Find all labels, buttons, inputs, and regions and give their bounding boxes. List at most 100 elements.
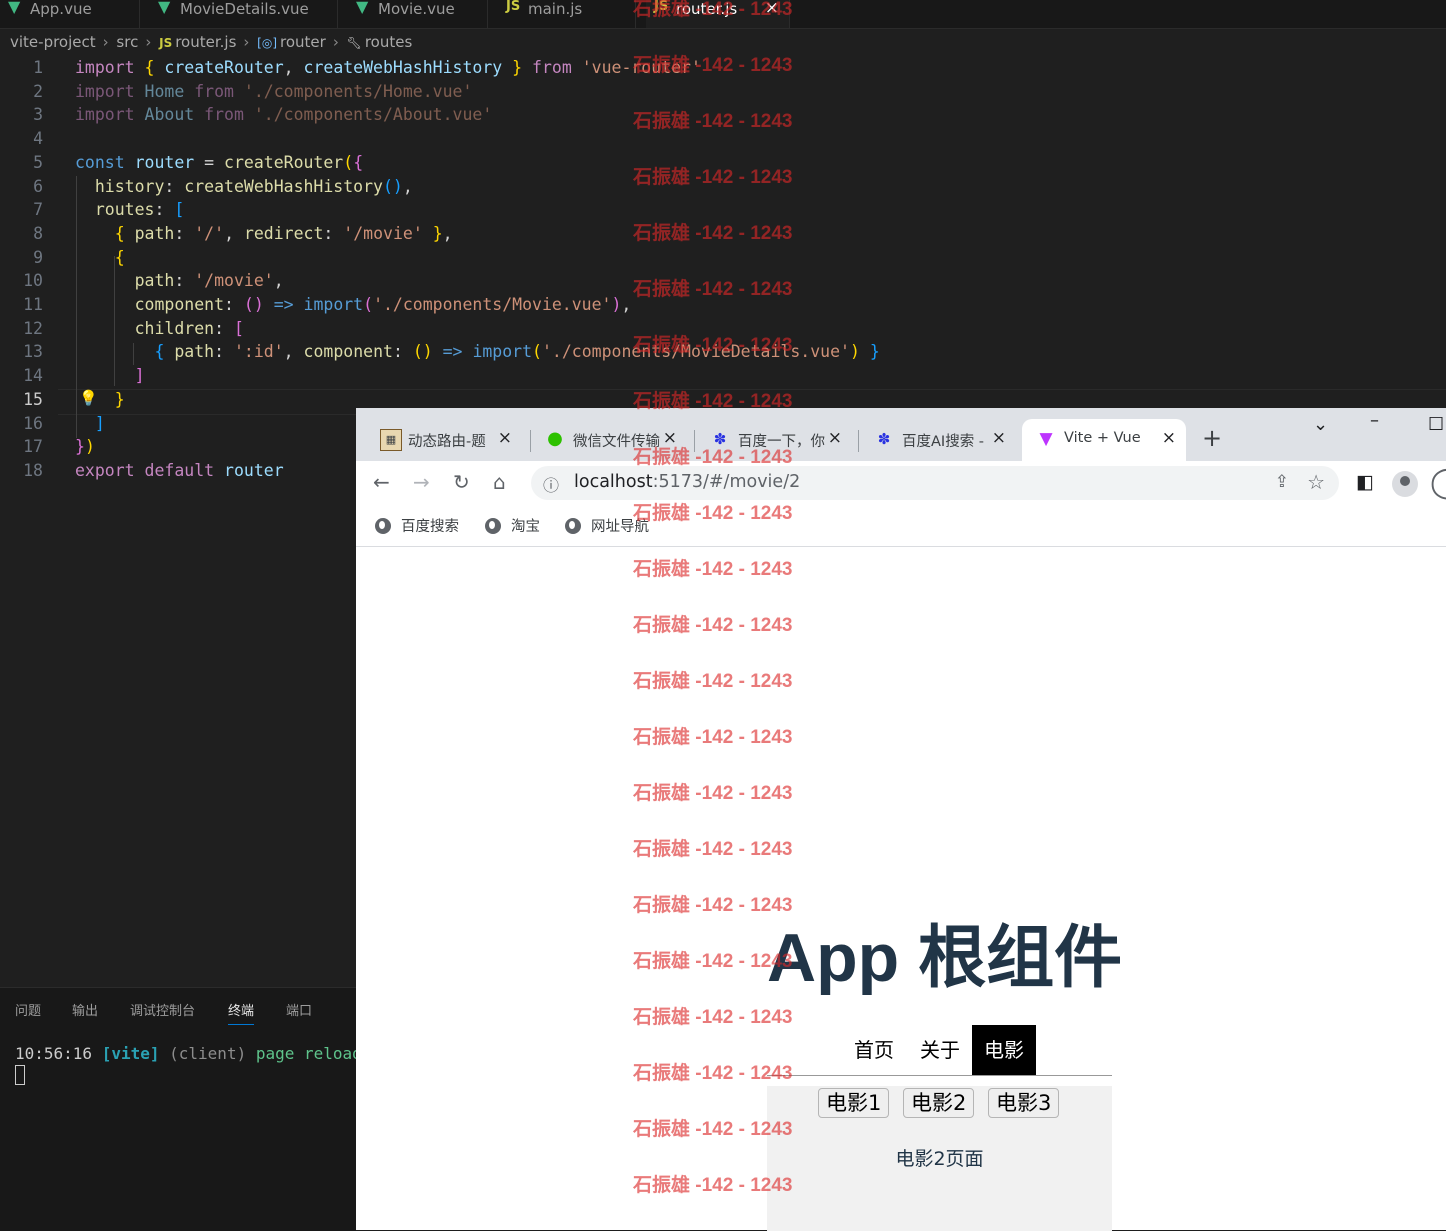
bottom-panel: 问题 输出 调试控制台 终端 端口 10:56:16 [vite] (clien… [0,987,381,1231]
share-icon[interactable]: ⇪ [1275,472,1289,492]
site-info-icon[interactable]: ⓘ [543,472,559,496]
code-text: routes: [ [94,200,185,220]
variable-symbol-icon: [◎] [257,36,278,50]
code-text: children: [ [134,318,244,338]
line-number: 5 [33,152,43,172]
browser-tab[interactable]: ● 微信文件传输 × [531,419,687,461]
movie-3-button[interactable]: 电影3 [988,1088,1060,1118]
line-number: 4 [33,129,43,149]
bookmarks-bar: 百度搜索 淘宝 网址导航 [356,506,1446,547]
breadcrumb-item[interactable]: vite-project [10,33,96,51]
tab-separator [694,430,695,452]
image-icon: ▦ [380,429,402,451]
code-text: import Home from './components/Home.vue' [75,81,473,101]
line-number: 14 [23,366,43,386]
breadcrumb-item[interactable]: routes [365,33,412,51]
tab-main-js[interactable]: JS main.js [498,0,636,28]
address-bar[interactable]: ⓘ localhost:5173/#/movie/2 ⇪ ☆ [531,466,1339,500]
wechat-icon: ● [547,428,563,449]
panel-tab-problems[interactable]: 问题 [15,1000,41,1019]
browser-tab[interactable]: ✽ 百度一下，你 × [696,419,852,461]
breadcrumb-item[interactable]: src [116,33,138,51]
close-icon[interactable]: × [828,428,842,448]
bookmark-label: 网址导航 [591,519,649,535]
new-tab-icon[interactable]: + [1202,424,1222,452]
breadcrumb-item[interactable]: router.js [175,33,236,51]
profile-avatar-icon[interactable] [1392,471,1418,497]
browser-toolbar: ← → ↻ ⌂ ⓘ localhost:5173/#/movie/2 ⇪ ☆ ◧… [356,461,1446,506]
side-panel-icon[interactable]: ◧ [1356,471,1374,493]
tab-label: App.vue [30,0,92,18]
line-number: 7 [33,200,43,220]
browser-tab-strip: ▦ 动态路由-题 × ● 微信文件传输 × ✽ 百度一下，你 × ✽ 百度AI搜… [356,408,1446,461]
code-text: import { createRouter, createWebHashHist… [75,58,701,77]
bookmark-label: 淘宝 [511,519,540,535]
maximize-icon[interactable]: ☐ [1428,414,1444,435]
nav-link-movie[interactable]: 电影 [972,1025,1036,1075]
close-icon[interactable]: × [765,0,779,17]
close-icon[interactable]: × [1162,428,1176,448]
code-text: { path: ':id', component: () => import('… [154,342,880,362]
browser-tab-active[interactable]: ▼ Vite + Vue × [1022,419,1186,461]
chevron-right-icon: › [243,33,250,51]
menu-icon[interactable]: ◯ [1430,465,1446,500]
forward-arrow-icon[interactable]: → [413,470,430,494]
terminal-output[interactable]: 10:56:16 [vite] (client) page reload s [15,1044,381,1063]
tab-router-js[interactable]: JS router.js × [646,0,790,28]
code-text: const router = createRouter({ [75,152,364,172]
movie-2-button[interactable]: 电影2 [903,1088,975,1118]
movie-detail-text: 电影2页面 [895,1148,984,1170]
tab-app-vue[interactable]: ▼ App.vue [0,0,140,28]
home-icon[interactable]: ⌂ [493,470,506,494]
browser-tab[interactable]: ▦ 动态路由-题 × [366,419,522,461]
bookmark-item[interactable]: 网址导航 [565,515,649,536]
panel-tab-ports[interactable]: 端口 [286,1000,312,1019]
code-text: history: createWebHashHistory(), [94,176,413,196]
vite-icon: ▼ [1039,429,1053,449]
baidu-icon: ✽ [713,430,727,448]
bookmark-item[interactable]: 淘宝 [485,515,540,536]
close-icon[interactable]: × [992,428,1006,448]
url-path: :5173/#/movie/2 [652,472,801,492]
panel-tab-terminal[interactable]: 终端 [228,1000,255,1025]
tab-search-icon[interactable]: ⌄ [1313,414,1328,435]
browser-tab-label: 百度一下，你 [738,434,825,450]
globe-icon [485,518,501,534]
chevron-right-icon: › [145,33,152,51]
close-icon[interactable]: × [663,428,677,448]
chevron-right-icon: › [332,33,339,51]
line-number: 3 [33,105,43,125]
bookmark-star-icon[interactable]: ☆ [1307,470,1325,494]
reload-icon[interactable]: ↻ [453,470,470,494]
code-text: } [114,389,125,409]
tab-moviedetails-vue[interactable]: ▼ MovieDetails.vue [150,0,338,28]
url-host: localhost [574,472,653,492]
vue-file-icon: ▼ [158,0,171,16]
bookmark-item[interactable]: 百度搜索 [375,515,459,536]
tab-movie-vue[interactable]: ▼ Movie.vue [348,0,488,28]
js-file-icon: JS [506,0,521,14]
line-number: 15 [23,389,43,409]
panel-tab-output[interactable]: 输出 [72,1000,98,1019]
browser-tab[interactable]: ✽ 百度AI搜索 - × [860,419,1016,461]
wrench-icon: 🔧︎ [346,36,362,50]
js-file-icon: JS [654,0,669,14]
line-number: 9 [33,247,43,267]
code-text: }) [75,437,95,457]
minimize-icon[interactable]: – [1370,410,1379,431]
back-arrow-icon[interactable]: ← [373,470,390,494]
movie-1-button[interactable]: 电影1 [818,1088,890,1118]
code-text: { path: '/', redirect: '/movie' }, [114,223,453,243]
nav-link-about[interactable]: 关于 [908,1025,972,1075]
chevron-right-icon: › [102,33,109,51]
url-text[interactable]: localhost:5173/#/movie/2 [574,472,800,492]
line-number: 11 [23,295,43,314]
code-text: ] [134,366,145,386]
app-nav: 首页 关于 电影 [767,1025,1112,1076]
page-title: App 根组件 [767,920,1123,996]
breadcrumb-item[interactable]: router [280,33,326,51]
nav-link-home[interactable]: 首页 [842,1025,906,1075]
close-icon[interactable]: × [498,428,512,448]
panel-tab-debug-console[interactable]: 调试控制台 [130,1000,195,1019]
browser-tab-label: Vite + Vue [1064,430,1141,446]
